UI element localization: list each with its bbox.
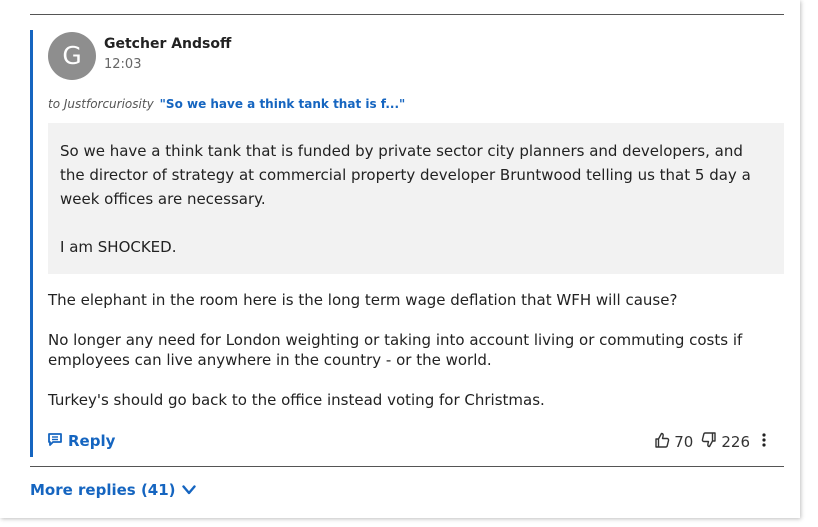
quoted-paragraph: So we have a think tank that is funded b… — [60, 142, 751, 208]
reply-button[interactable]: Reply — [48, 432, 115, 450]
dislike-button[interactable]: 226 — [701, 432, 750, 452]
dislike-count: 226 — [721, 433, 750, 451]
speech-bubble-icon — [48, 432, 68, 450]
comment-paragraph: Turkey's should go back to the office in… — [48, 391, 545, 409]
like-count: 70 — [674, 433, 694, 451]
reply-label: Reply — [68, 432, 116, 450]
comment-time: 12:03 — [104, 57, 142, 72]
like-button[interactable]: 70 — [654, 432, 693, 452]
comment-paragraph: The elephant in the room here is the lon… — [48, 291, 678, 309]
thumbs-down-icon — [701, 432, 721, 452]
reply-to-line: to Justforcuriosity "So we have a think t… — [48, 97, 405, 111]
reply-thread-indicator — [30, 30, 33, 457]
more-replies-button[interactable]: More replies (41) — [30, 481, 196, 499]
vertical-ellipsis-icon[interactable] — [762, 433, 766, 451]
quoted-comment: So we have a think tank that is funded b… — [48, 123, 784, 274]
bottom-divider — [30, 466, 784, 467]
reply-to-user: to Justforcuriosity — [48, 97, 154, 111]
top-divider — [30, 14, 784, 15]
chevron-down-icon — [176, 481, 196, 499]
reply-to-quote-link[interactable]: "So we have a think tank that is f..." — [160, 97, 406, 111]
avatar[interactable]: G — [48, 32, 96, 80]
comment-paragraph: No longer any need for London weighting … — [48, 331, 743, 369]
thumbs-up-icon — [654, 432, 674, 452]
more-replies-label: More replies (41) — [30, 481, 176, 499]
author-name[interactable]: Getcher Andsoff — [104, 36, 231, 52]
comment-card: G Getcher Andsoff 12:03 to Justforcurios… — [0, 0, 800, 518]
quoted-paragraph: I am SHOCKED. — [60, 238, 177, 256]
vote-controls: 70 226 — [654, 432, 766, 452]
